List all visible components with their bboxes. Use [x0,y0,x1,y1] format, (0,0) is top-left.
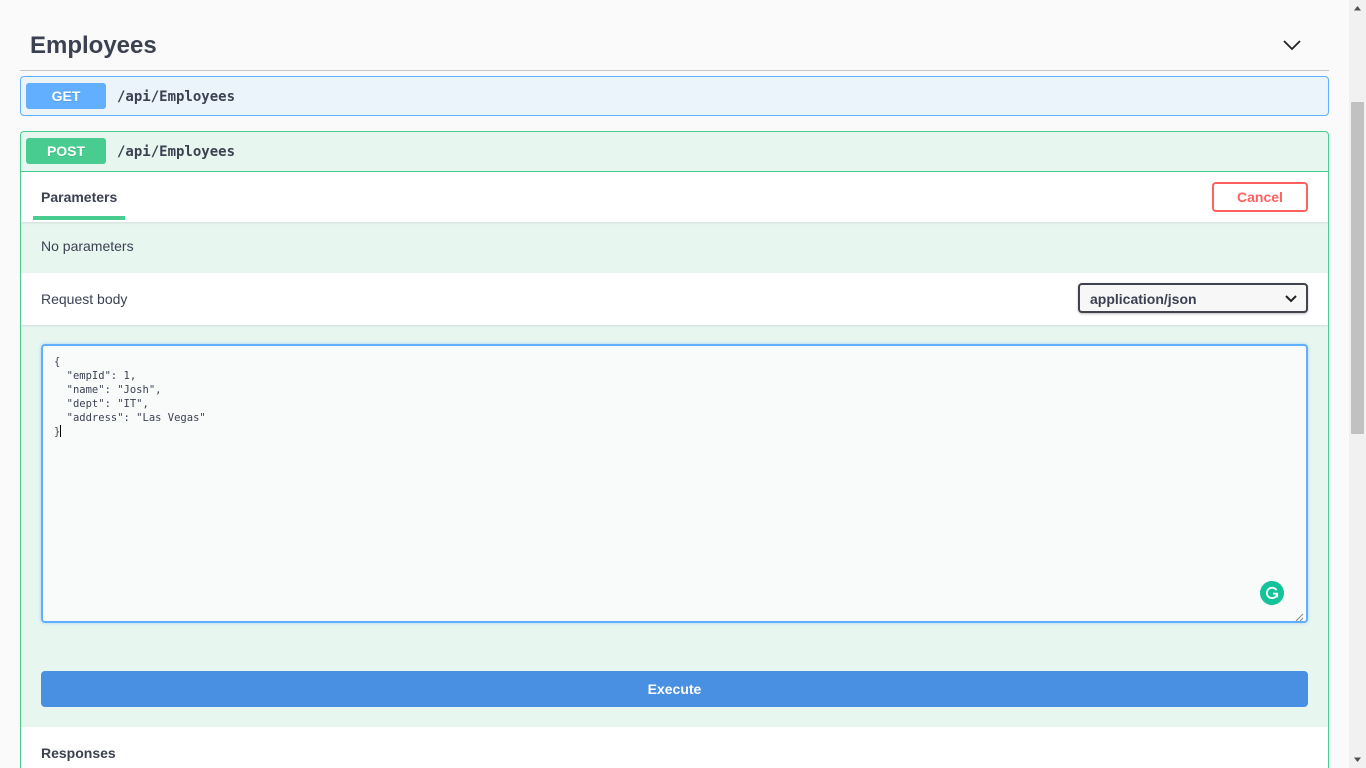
request-body-label: Request body [41,291,128,307]
request-body-code: { "empId": 1, "name": "Josh", "dept": "I… [54,355,206,439]
scroll-up-arrow-icon[interactable] [1349,0,1366,17]
responses-label: Responses [41,745,116,761]
method-badge-post: POST [26,138,106,164]
swagger-page: Employees GET /api/Employees POST /api/E… [0,0,1349,768]
cancel-button[interactable]: Cancel [1212,182,1308,212]
content-type-select[interactable]: application/json [1078,283,1308,313]
text-caret [60,425,62,437]
opblock-summary-post[interactable]: POST /api/Employees [21,132,1328,171]
chevron-down-icon [1284,292,1298,306]
method-badge-get: GET [26,83,106,109]
content-type-value: application/json [1090,291,1197,307]
tag-header-employees[interactable]: Employees [20,22,1329,71]
opblock-post-employees: POST /api/Employees Parameters Cancel No… [20,131,1329,768]
code-line: "empId": 1, [54,370,137,382]
code-line: "name": "Josh", [54,384,162,396]
execute-button[interactable]: Execute [41,671,1308,707]
code-line: "address": "Las Vegas" [54,412,206,424]
resize-handle-icon[interactable] [1294,609,1304,622]
responses-header: Responses [21,727,1328,768]
operation-path-get: /api/Employees [117,89,236,105]
opblock-body-post: Parameters Cancel No parameters Request … [21,171,1328,768]
page-scrollbar[interactable] [1349,0,1366,768]
tab-parameters[interactable]: Parameters [41,189,117,205]
operation-path-post: /api/Employees [117,144,236,160]
code-line: "dept": "IT", [54,398,149,410]
no-parameters-text: No parameters [41,238,134,254]
grammarly-icon[interactable] [1260,581,1284,605]
chevron-down-icon[interactable] [1281,34,1303,56]
scrollbar-thumb[interactable] [1351,102,1364,434]
scroll-down-arrow-icon[interactable] [1349,751,1366,768]
tab-active-indicator [33,216,125,220]
opblock-summary-get[interactable]: GET /api/Employees [21,77,1328,116]
request-body-header: Request body application/json [21,273,1328,325]
code-line: { [54,356,61,368]
opblock-get-employees: GET /api/Employees [20,76,1329,116]
tag-title: Employees [30,32,157,59]
request-body-textarea[interactable]: { "empId": 1, "name": "Josh", "dept": "I… [41,344,1308,623]
parameters-header: Parameters Cancel [21,172,1328,222]
